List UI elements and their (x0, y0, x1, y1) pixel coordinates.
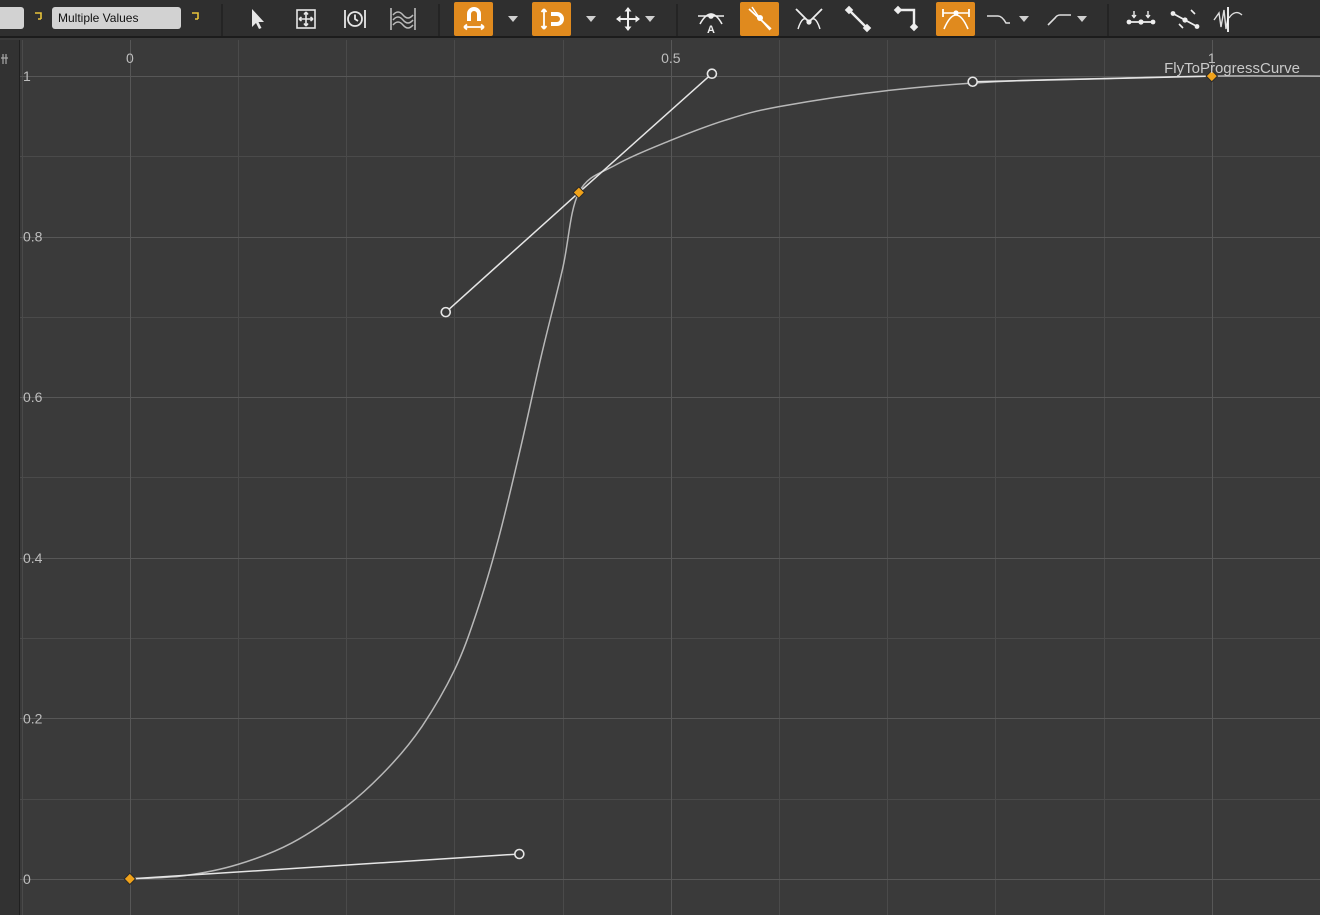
tangent-handle-point[interactable] (440, 306, 452, 318)
straighten-tangents-button[interactable] (1168, 2, 1202, 36)
curve-editor-toolbar: Multiple Values A (0, 0, 1320, 38)
value-field[interactable]: Multiple Values (52, 7, 181, 29)
flatten-tangents-icon (1126, 11, 1156, 25)
graph-left-gutter (0, 40, 19, 915)
transform-icon (616, 7, 640, 31)
snap-value-icon (462, 7, 485, 31)
auto-tangent-icon: A (698, 13, 724, 34)
toolbar-divider (438, 4, 440, 36)
toolbar-divider (221, 4, 223, 36)
user-tangent-button[interactable] (740, 2, 779, 36)
straighten-tangents-icon (1170, 9, 1200, 29)
constant-interp-button[interactable] (888, 2, 926, 36)
view-curves-button[interactable] (384, 2, 422, 36)
linear-interp-icon (844, 5, 872, 33)
pre-infinity-button[interactable] (985, 2, 1013, 36)
tangent-handle-point[interactable] (967, 76, 978, 88)
select-tool-button[interactable] (238, 2, 276, 36)
snap-value-button[interactable] (454, 2, 493, 36)
y-tick-label: 0.6 (23, 389, 43, 405)
break-tangent-button[interactable] (790, 2, 828, 36)
break-tangent-icon (795, 8, 823, 30)
flatten-tangents-button[interactable] (1123, 2, 1159, 36)
y-tick-label: 0.2 (23, 710, 43, 726)
time-field[interactable] (0, 7, 24, 29)
frame-time-button[interactable] (336, 2, 374, 36)
bake-curve-icon (1213, 7, 1243, 32)
chevron-down-icon[interactable] (585, 14, 597, 24)
frame-time-icon (344, 10, 366, 28)
y-tick-label: 0.8 (23, 229, 43, 245)
user-tangent-icon (747, 6, 772, 31)
svg-text:A: A (707, 24, 715, 34)
constant-interp-icon (893, 5, 919, 32)
curve-graph[interactable]: 0 0.5 1 1 0.8 0.6 0.4 0.2 0 FlyToProgressCurve (0, 40, 1320, 915)
select-tool-icon (252, 9, 264, 29)
chevron-down-icon[interactable] (1018, 14, 1030, 24)
reset-arrow-icon[interactable] (188, 10, 202, 24)
curve-editor: Multiple Values A 0 0.5 1 1 0.8 0.6 0.4 … (0, 0, 1320, 915)
chevron-down-icon[interactable] (644, 14, 656, 24)
linear-interp-button[interactable] (839, 2, 877, 36)
weighted-tangent-icon (941, 9, 970, 30)
toolbar-divider (676, 4, 678, 36)
tangent-handle-point[interactable] (706, 68, 718, 80)
toolbar-divider (1107, 4, 1109, 36)
bake-curve-button[interactable] (1211, 2, 1245, 36)
tangent-handle-point[interactable] (514, 848, 525, 860)
curve-name-label: FlyToProgressCurve (1164, 60, 1300, 77)
post-infinity-icon (1047, 14, 1071, 26)
snap-time-icon (540, 8, 564, 30)
y-tick-label: 1 (23, 68, 31, 84)
frame-all-button[interactable] (287, 2, 325, 36)
y-tick-label: 0 (23, 871, 31, 887)
curve-graph-canvas[interactable]: 0 0.5 1 10.80.60.40.20 FlyToProgressCurve (0, 40, 1320, 915)
view-curves-icon (390, 8, 416, 30)
x-tick-label: 0 (126, 50, 134, 66)
auto-tangent-button[interactable]: A (692, 2, 730, 36)
chevron-down-icon[interactable] (507, 14, 519, 24)
transform-button[interactable] (609, 2, 647, 36)
weighted-tangent-button[interactable] (936, 2, 975, 36)
y-tick-label: 0.4 (23, 550, 43, 566)
pre-infinity-icon (987, 15, 1010, 24)
x-tick-label: 0.5 (661, 50, 681, 66)
reset-arrow-icon[interactable] (31, 10, 45, 24)
post-infinity-button[interactable] (1044, 2, 1074, 36)
frame-all-icon (296, 9, 316, 29)
snap-time-button[interactable] (532, 2, 571, 36)
chevron-down-icon[interactable] (1076, 14, 1088, 24)
